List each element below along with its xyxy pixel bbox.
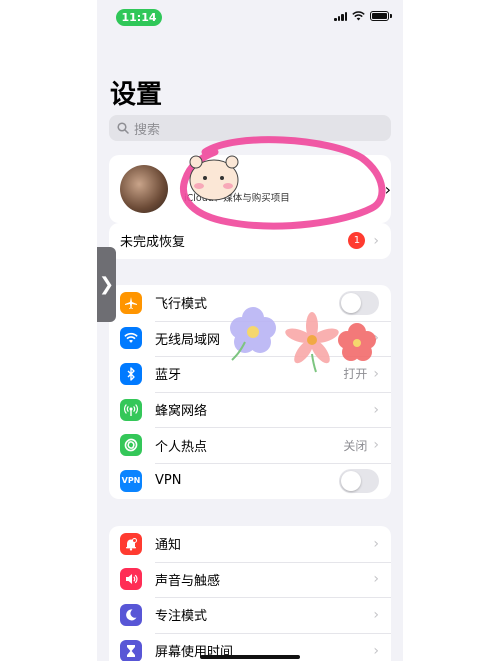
recovery-group: 未完成恢复 1 ›	[109, 223, 391, 259]
apple-id-subtitle: iCloud、媒体与购买项目	[184, 193, 290, 204]
connectivity-group: 飞行模式 无线局域网 › 蓝牙 打开 › 蜂窝网络 › 个人热点 关闭 › VP…	[109, 285, 391, 499]
wifi-icon	[120, 327, 142, 350]
bluetooth-icon	[120, 362, 142, 385]
airplane-mode-label: 飞行模式	[155, 297, 208, 313]
search-placeholder: 搜索	[134, 122, 161, 138]
notifications-label: 通知	[155, 538, 182, 554]
airplane-mode-toggle[interactable]	[339, 290, 379, 315]
unfinished-restore-row[interactable]: 未完成恢复 1 ›	[109, 223, 391, 259]
search-icon	[117, 122, 129, 134]
moon-icon	[120, 603, 142, 626]
search-bar[interactable]: 搜索	[109, 115, 391, 141]
wifi-label: 无线局域网	[155, 332, 221, 348]
apple-id-row[interactable]: iCloud、媒体与购买项目 ›	[109, 155, 391, 223]
vpn-row[interactable]: VPN VPN	[109, 462, 391, 499]
hourglass-icon	[120, 639, 142, 661]
sounds-row[interactable]: 声音与触感 ›	[109, 561, 391, 598]
battery-icon	[370, 11, 392, 21]
hotspot-icon	[120, 434, 142, 457]
sounds-label: 声音与触感	[155, 573, 221, 589]
chevron-right-icon: ›	[373, 437, 379, 454]
chevron-right-icon: ›	[373, 330, 379, 347]
chevron-right-icon: ›	[373, 535, 379, 552]
bell-icon	[120, 532, 142, 555]
status-icons	[334, 11, 392, 21]
status-bar: 11:14	[97, 0, 403, 34]
wifi-row[interactable]: 无线局域网 ›	[109, 320, 391, 357]
airplane-mode-row[interactable]: 飞行模式	[109, 285, 391, 321]
notifications-row[interactable]: 通知 ›	[109, 526, 391, 562]
vpn-icon: VPN	[120, 469, 142, 492]
chevron-right-icon: ›	[373, 365, 379, 382]
home-indicator[interactable]	[200, 655, 300, 659]
status-time: 11:14	[116, 9, 162, 26]
signal-icon	[334, 11, 347, 21]
vpn-toggle[interactable]	[339, 468, 379, 493]
account-group: iCloud、媒体与购买项目 ›	[109, 155, 391, 223]
page-title: 设置	[110, 80, 163, 110]
avatar	[120, 165, 168, 213]
cellular-label: 蜂窝网络	[155, 404, 208, 420]
airplane-icon	[120, 291, 142, 314]
chevron-right-icon: ›	[373, 606, 379, 623]
unfinished-restore-label: 未完成恢复	[120, 235, 186, 251]
chevron-right-icon: ›	[373, 401, 379, 418]
hotspot-value: 关闭	[343, 438, 368, 453]
wifi-status-icon	[352, 11, 365, 21]
chevron-right-icon: ›	[384, 179, 391, 199]
hotspot-row[interactable]: 个人热点 关闭 ›	[109, 427, 391, 463]
chevron-right-icon[interactable]: ❯	[97, 247, 116, 322]
notification-badge: 1	[348, 232, 366, 250]
cellular-row[interactable]: 蜂窝网络 ›	[109, 391, 391, 428]
bluetooth-label: 蓝牙	[155, 368, 182, 384]
bluetooth-value: 打开	[343, 367, 368, 382]
settings-screen: 11:14 设置 搜索 iCloud、媒体与购买项目 › 未完成恢复 1 › 飞…	[97, 0, 403, 661]
bluetooth-row[interactable]: 蓝牙 打开 ›	[109, 356, 391, 392]
vpn-label: VPN	[155, 473, 182, 489]
general-group: 通知 › 声音与触感 › 专注模式 › 屏幕使用时间 ›	[109, 526, 391, 661]
cellular-icon	[120, 398, 142, 421]
chevron-right-icon: ›	[373, 571, 379, 588]
hotspot-label: 个人热点	[155, 439, 208, 455]
chevron-right-icon: ›	[373, 232, 379, 249]
speaker-icon	[120, 568, 142, 591]
chevron-right-icon: ›	[373, 642, 379, 659]
focus-label: 专注模式	[155, 609, 208, 625]
focus-row[interactable]: 专注模式 ›	[109, 597, 391, 633]
